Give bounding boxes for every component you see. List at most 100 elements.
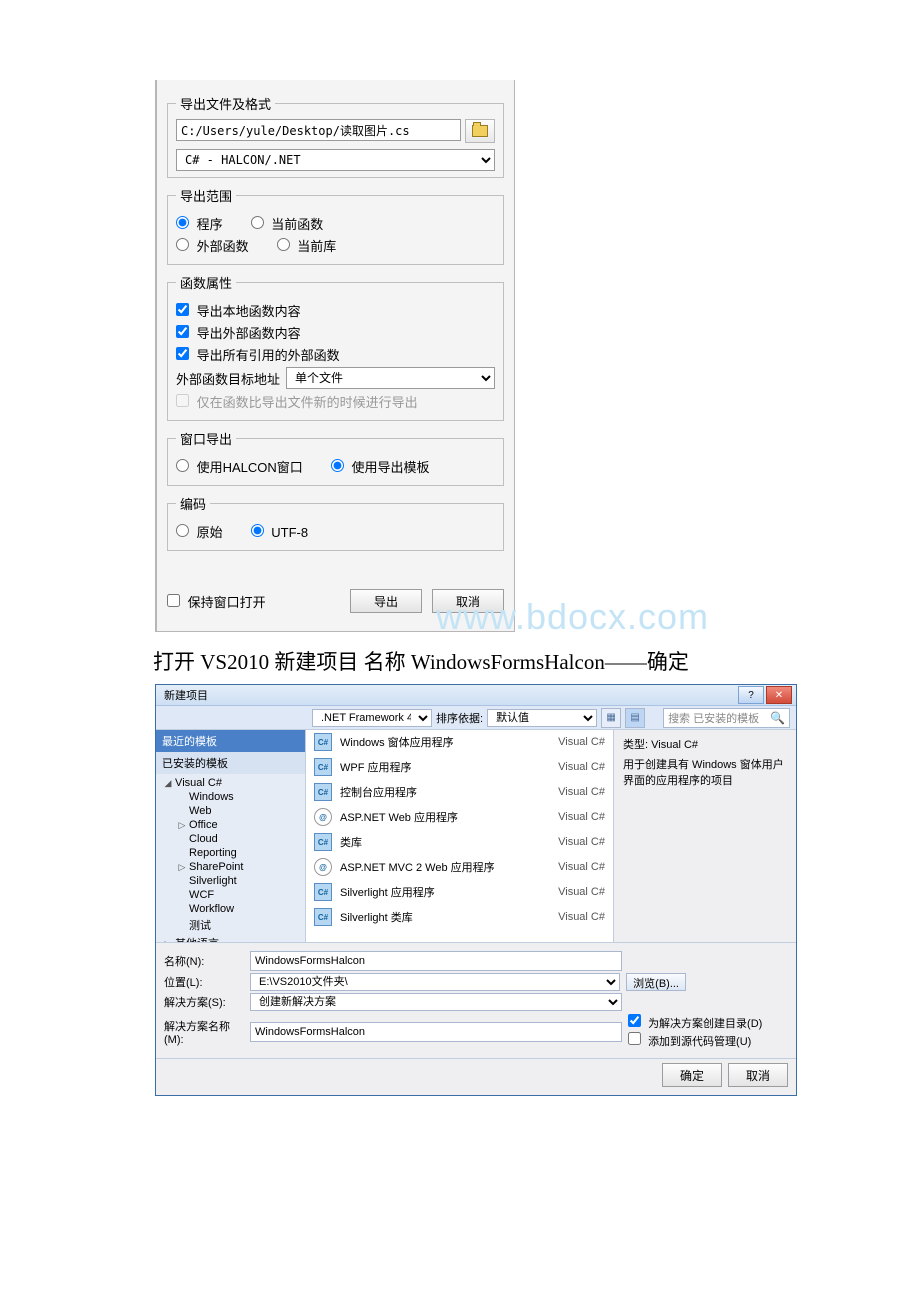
check-export-refs-label: 导出所有引用的外部函数 (197, 348, 340, 363)
tree-node[interactable]: Workflow (156, 902, 305, 916)
radio-halcon-window-input[interactable] (176, 459, 189, 472)
template-icon: @ (314, 808, 332, 826)
radio-current-lib[interactable]: 当前库 (277, 236, 337, 255)
help-button[interactable]: ? (738, 686, 764, 704)
folder-icon (472, 125, 488, 137)
check-export-local-input[interactable] (176, 303, 189, 316)
browse-location-button[interactable]: 浏览(B)... (626, 973, 686, 991)
template-row[interactable]: C#Silverlight 类库Visual C# (306, 905, 613, 930)
check-add-source-input[interactable] (628, 1032, 641, 1045)
template-row[interactable]: C#WPF 应用程序Visual C# (306, 755, 613, 780)
radio-external-func[interactable]: 外部函数 (176, 236, 249, 255)
ok-button[interactable]: 确定 (662, 1063, 722, 1087)
desc-text: 用于创建具有 Windows 窗体用户界面的应用程序的项目 (623, 756, 788, 788)
tree-node[interactable]: Silverlight (156, 874, 305, 888)
solution-select[interactable]: 创建新解决方案 (250, 993, 622, 1011)
tree-node[interactable]: Web (156, 804, 305, 818)
radio-raw[interactable]: 原始 (176, 522, 223, 541)
check-create-dir-input[interactable] (628, 1014, 641, 1027)
check-add-source[interactable]: 添加到源代码管理(U) (628, 1032, 788, 1049)
target-address-select[interactable]: 单个文件 (286, 367, 495, 389)
radio-utf8-input[interactable] (251, 524, 264, 537)
template-row[interactable]: C#Silverlight 应用程序Visual C# (306, 880, 613, 905)
language-select[interactable]: C# - HALCON/.NET (176, 149, 495, 171)
recent-templates-header[interactable]: 最近的模板 (156, 730, 305, 752)
template-lang: Visual C# (558, 861, 605, 873)
vs-footer: 确定 取消 (156, 1058, 796, 1095)
radio-current-lib-input[interactable] (277, 238, 290, 251)
template-icon: C# (314, 833, 332, 851)
sort-label: 排序依据: (436, 710, 483, 726)
project-name-input[interactable] (250, 951, 622, 971)
installed-templates-header[interactable]: 已安装的模板 (156, 752, 305, 774)
tree-node[interactable]: ▷ 其他语言 (156, 934, 305, 942)
legend-scope: 导出范围 (176, 186, 236, 205)
framework-select[interactable]: .NET Framework 4 (312, 709, 432, 727)
tree-node[interactable]: Reporting (156, 846, 305, 860)
target-address-label: 外部函数目标地址 (176, 369, 280, 388)
group-scope: 导出范围 程序 当前函数 外部函数 当前库 (167, 186, 504, 265)
radio-use-template[interactable]: 使用导出模板 (331, 457, 430, 476)
vs-cancel-button[interactable]: 取消 (728, 1063, 788, 1087)
tree-node[interactable]: ◢ Visual C# (156, 776, 305, 790)
tree-node[interactable]: ▷ SharePoint (156, 860, 305, 874)
tree-node[interactable]: Windows (156, 790, 305, 804)
sort-select[interactable]: 默认值 (487, 709, 597, 727)
template-tree[interactable]: ◢ Visual C# Windows Web▷ Office Cloud Re… (156, 774, 305, 942)
template-name: 类库 (340, 834, 550, 850)
check-keep-open-input[interactable] (167, 594, 180, 607)
tree-node[interactable]: ▷ Office (156, 818, 305, 832)
check-export-external-input[interactable] (176, 325, 189, 338)
template-lang: Visual C# (558, 811, 605, 823)
template-row[interactable]: C#类库Visual C# (306, 830, 613, 855)
template-lang: Visual C# (558, 786, 605, 798)
location-select[interactable]: E:\VS2010文件夹\ (250, 973, 620, 991)
vs-titlebar: 新建项目 ? ✕ (156, 685, 796, 706)
radio-raw-input[interactable] (176, 524, 189, 537)
close-button[interactable]: ✕ (766, 686, 792, 704)
template-row[interactable]: C#控制台应用程序Visual C# (306, 780, 613, 805)
check-export-external[interactable]: 导出外部函数内容 (176, 323, 301, 342)
radio-current-func[interactable]: 当前函数 (251, 214, 324, 233)
solution-name-input[interactable] (250, 1022, 622, 1042)
legend-file-format: 导出文件及格式 (176, 94, 275, 113)
template-lang: Visual C# (558, 911, 605, 923)
desc-type-line: 类型: Visual C# (623, 736, 788, 752)
radio-use-template-input[interactable] (331, 459, 344, 472)
check-export-refs-input[interactable] (176, 347, 189, 360)
view-medium-icons-button[interactable]: ▦ (601, 708, 621, 728)
template-name: Silverlight 应用程序 (340, 884, 550, 900)
template-icon: C# (314, 758, 332, 776)
cancel-button[interactable]: 取消 (432, 589, 504, 613)
template-row[interactable]: C#Windows 窗体应用程序Visual C# (306, 730, 613, 755)
template-name: Windows 窗体应用程序 (340, 734, 550, 750)
solution-name-label: 解决方案名称(M): (164, 1018, 244, 1046)
check-add-source-label: 添加到源代码管理(U) (648, 1036, 751, 1048)
radio-current-func-input[interactable] (251, 216, 264, 229)
search-box[interactable]: 搜索 已安装的模板 🔍 (663, 708, 790, 728)
radio-halcon-window[interactable]: 使用HALCON窗口 (176, 457, 303, 476)
template-name: 控制台应用程序 (340, 784, 550, 800)
tree-node[interactable]: WCF (156, 888, 305, 902)
check-create-dir-label: 为解决方案创建目录(D) (648, 1018, 762, 1030)
radio-utf8[interactable]: UTF-8 (251, 524, 308, 540)
check-keep-open[interactable]: 保持窗口打开 (167, 592, 266, 611)
vs-title-text: 新建项目 (164, 687, 208, 703)
check-export-refs[interactable]: 导出所有引用的外部函数 (176, 345, 340, 364)
export-path-input[interactable] (176, 119, 461, 141)
radio-external-func-input[interactable] (176, 238, 189, 251)
template-list[interactable]: C#Windows 窗体应用程序Visual C#C#WPF 应用程序Visua… (306, 730, 614, 942)
check-export-local-label: 导出本地函数内容 (197, 304, 301, 319)
radio-program-input[interactable] (176, 216, 189, 229)
check-keep-open-label: 保持窗口打开 (188, 595, 266, 610)
template-row[interactable]: @ASP.NET MVC 2 Web 应用程序Visual C# (306, 855, 613, 880)
view-small-icons-button[interactable]: ▤ (625, 708, 645, 728)
export-button[interactable]: 导出 (350, 589, 422, 613)
tree-node[interactable]: Cloud (156, 832, 305, 846)
browse-button[interactable] (465, 119, 495, 143)
tree-node[interactable]: 测试 (156, 916, 305, 934)
check-create-dir[interactable]: 为解决方案创建目录(D) (628, 1014, 788, 1031)
radio-program[interactable]: 程序 (176, 214, 223, 233)
template-row[interactable]: @ASP.NET Web 应用程序Visual C# (306, 805, 613, 830)
check-export-local[interactable]: 导出本地函数内容 (176, 301, 301, 320)
